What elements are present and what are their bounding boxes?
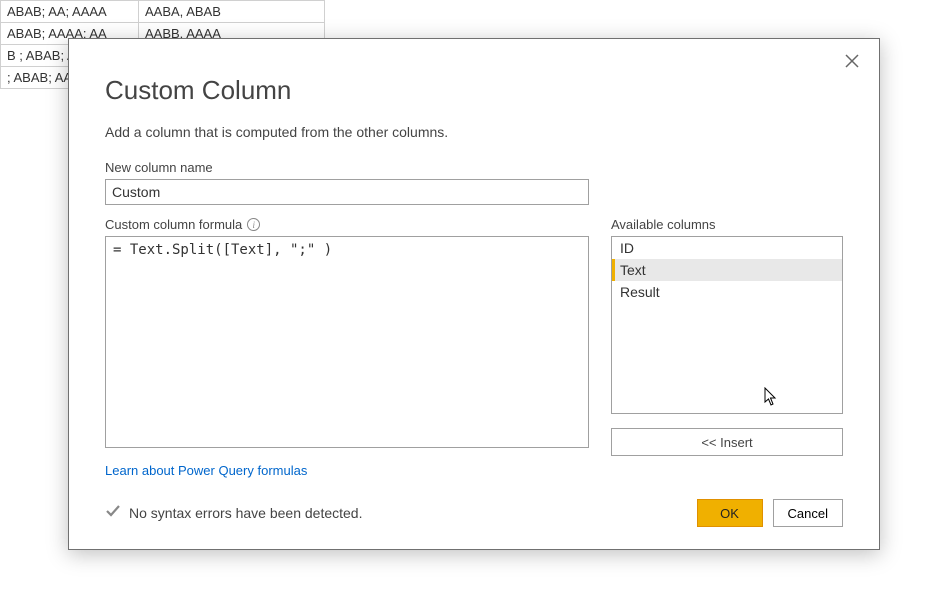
close-icon (845, 52, 859, 73)
available-columns-label: Available columns (611, 217, 843, 232)
cancel-button[interactable]: Cancel (773, 499, 843, 527)
available-columns-list: ID Text Result (611, 236, 843, 414)
learn-link[interactable]: Learn about Power Query formulas (105, 463, 307, 478)
status-message: No syntax errors have been detected. (105, 503, 362, 524)
close-button[interactable] (841, 51, 863, 73)
dialog-subtitle: Add a column that is computed from the o… (105, 124, 843, 140)
dialog-title: Custom Column (105, 75, 843, 106)
check-icon (105, 503, 121, 524)
insert-button[interactable]: << Insert (611, 428, 843, 456)
new-column-name-label: New column name (105, 160, 843, 175)
info-icon[interactable]: i (247, 218, 260, 231)
cell: AABA, ABAB (139, 1, 325, 23)
cell: ABAB; AA; AAAA (1, 1, 139, 23)
table-row: ABAB; AA; AAAA AABA, ABAB (1, 1, 325, 23)
ok-button[interactable]: OK (697, 499, 763, 527)
custom-column-dialog: Custom Column Add a column that is compu… (68, 38, 880, 550)
new-column-name-input[interactable] (105, 179, 589, 205)
formula-label: Custom column formula i (105, 217, 589, 232)
formula-label-text: Custom column formula (105, 217, 242, 232)
cursor-icon (764, 387, 778, 407)
available-column-item[interactable]: ID (612, 237, 842, 259)
formula-textarea[interactable] (105, 236, 589, 448)
status-text: No syntax errors have been detected. (129, 505, 362, 521)
available-column-item[interactable]: Text (612, 259, 842, 281)
available-column-item[interactable]: Result (612, 281, 842, 303)
